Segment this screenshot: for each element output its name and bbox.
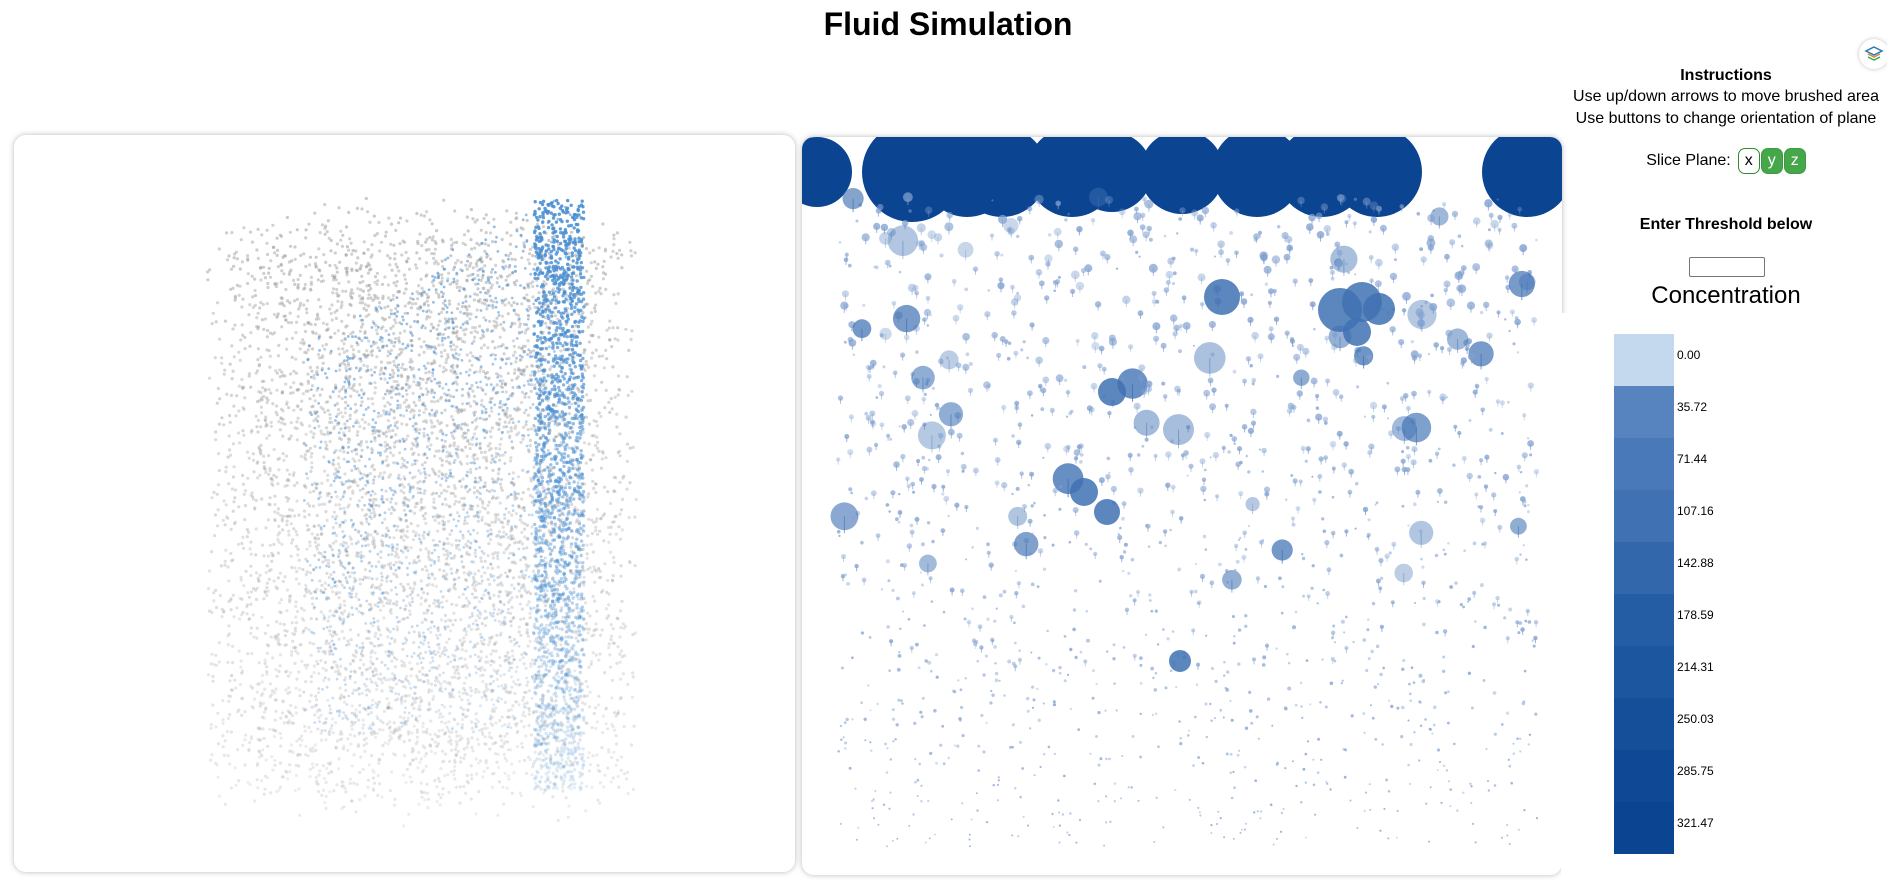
legend-label: 250.03 <box>1677 712 1714 726</box>
legend-label: 214.31 <box>1677 660 1714 674</box>
legend-label: 107.16 <box>1677 504 1714 518</box>
layers-icon[interactable] <box>1859 39 1887 69</box>
legend-label: 71.44 <box>1677 452 1707 466</box>
legend-label: 0.00 <box>1677 348 1701 362</box>
legend-label: 142.88 <box>1677 556 1714 570</box>
3d-particle-view[interactable] <box>14 135 795 872</box>
glyph-large <box>1204 279 1240 315</box>
slice-plane-label: Slice Plane: <box>1646 152 1731 169</box>
legend-swatch <box>1614 750 1674 802</box>
instructions-heading: Instructions <box>1680 67 1772 84</box>
threshold-input[interactable] <box>1689 257 1765 277</box>
legend-title: Concentration <box>1651 282 1801 309</box>
slice-z-button[interactable]: z <box>1783 148 1806 174</box>
instructions-line-2: Use buttons to change orientation of pla… <box>1575 110 1877 127</box>
legend-swatch <box>1614 594 1674 646</box>
glyph-large <box>1363 293 1395 325</box>
slice-y-button[interactable]: y <box>1760 148 1783 174</box>
page-title: Fluid Simulation <box>823 6 1073 42</box>
concentration-legend: 0.00 35.72 71.44 107.16 142.88 178.59 214.31 25… <box>1614 334 1714 854</box>
threshold-heading: Enter Threshold below <box>1639 216 1813 233</box>
glyph-large <box>1094 499 1120 525</box>
slice-plane-control: Slice Plane: x y z <box>1568 148 1884 174</box>
slice-x-button[interactable]: x <box>1737 148 1760 174</box>
legend-swatch <box>1614 646 1674 698</box>
legend-label: 178.59 <box>1677 608 1714 622</box>
legend-swatch <box>1614 802 1674 854</box>
legend-swatch <box>1614 698 1674 750</box>
instructions-line-1: Use up/down arrows to move brushed area <box>1573 88 1879 105</box>
legend-swatch <box>1614 438 1674 490</box>
legend-swatch <box>1614 490 1674 542</box>
slice-glyph-view[interactable] <box>802 137 1562 875</box>
legend-swatch <box>1614 334 1674 386</box>
legend-label: 321.47 <box>1677 816 1714 830</box>
legend-swatch <box>1614 542 1674 594</box>
panel-divider <box>1561 313 1567 881</box>
glyph-large <box>1169 650 1191 672</box>
glyph-field <box>802 137 1562 848</box>
legend-label: 35.72 <box>1677 400 1707 414</box>
legend-swatch <box>1614 386 1674 438</box>
glyph-large <box>1070 478 1098 506</box>
glyph-large <box>1098 378 1126 406</box>
glyph-large <box>1482 137 1562 217</box>
glyph-large <box>1343 318 1371 346</box>
legend-label: 285.75 <box>1677 764 1714 778</box>
